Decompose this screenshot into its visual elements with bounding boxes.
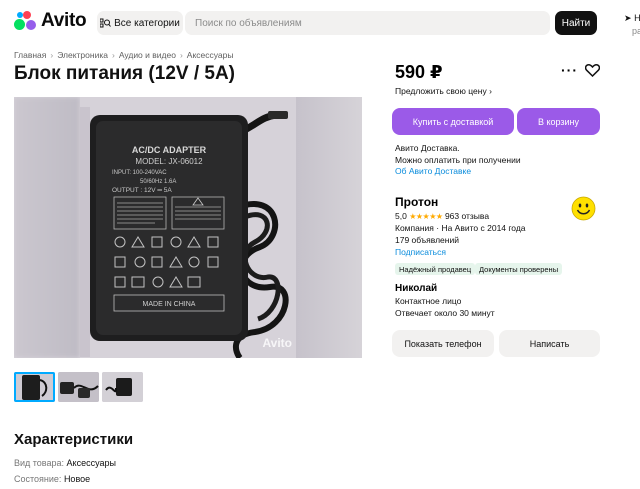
photo-watermark: Avito <box>262 336 292 350</box>
categories-icon <box>100 18 112 28</box>
seller-avatar[interactable] <box>571 196 596 221</box>
location-line2: ра <box>632 26 640 36</box>
location-arrow-icon: ➤ <box>624 13 632 23</box>
more-options-icon[interactable]: ··· <box>561 62 578 78</box>
breadcrumb-separator: › <box>111 50 115 60</box>
spec-key: Состояние: <box>14 474 62 484</box>
delivery-title: Авито Доставка. <box>395 143 460 153</box>
photo-thumbnails <box>14 372 143 402</box>
seller-rating: 5,0 <box>395 211 407 221</box>
search-placeholder: Поиск по объявлениям <box>195 17 302 29</box>
photo-sharp-area: AC/DC ADAPTER MODEL: JX-06012 INPUT: 100… <box>80 97 296 358</box>
offer-price-link[interactable]: Предложить свою цену › <box>395 86 492 96</box>
avito-logo[interactable]: Avito <box>14 10 87 32</box>
rating-stars-icon: ★★★★★ <box>409 212 443 221</box>
categories-label: Все категории <box>114 17 180 29</box>
breadcrumb-separator: › <box>50 50 54 60</box>
delivery-info-link[interactable]: Об Авито Доставке <box>395 166 471 176</box>
location-selector[interactable]: ➤ Н ра <box>624 12 640 38</box>
logo-dots-icon <box>14 10 38 32</box>
logo-text: Avito <box>41 10 87 31</box>
photo-blur-left <box>14 97 80 358</box>
breadcrumb: Главная › Электроника › Аудио и видео › … <box>14 50 233 60</box>
spec-value: Новое <box>63 474 91 484</box>
page-title: Блок питания (12V / 5A) <box>14 63 236 84</box>
adapter-label-title: AC/DC ADAPTER <box>132 145 207 155</box>
characteristics-title: Характеристики <box>14 431 134 448</box>
reply-time: Отвечает около 30 минут <box>395 308 495 318</box>
seller-reviews: 963 отзыва <box>444 211 490 221</box>
write-message-button[interactable]: Написать <box>499 330 600 357</box>
all-categories-button[interactable]: Все категории <box>97 11 183 35</box>
favorite-heart-icon[interactable] <box>585 64 600 77</box>
power-adapter-image: AC/DC ADAPTER MODEL: JX-06012 INPUT: 100… <box>80 97 296 358</box>
main-photo[interactable]: AC/DC ADAPTER MODEL: JX-06012 INPUT: 100… <box>14 97 362 358</box>
search-input[interactable]: Поиск по объявлениям <box>185 11 550 35</box>
thumbnail-2[interactable] <box>58 372 99 402</box>
thumbnail-3[interactable] <box>102 372 143 402</box>
delivery-payment-note: Можно оплатить при получении <box>395 155 521 165</box>
location-line1: Н <box>634 13 640 23</box>
photo-blur-right <box>296 97 362 358</box>
adapter-label-input: INPUT: 100-240VAC <box>112 170 167 176</box>
spec-row: Состояние: Новое <box>14 474 90 484</box>
seller-rating-row[interactable]: 5,0 ★★★★★ 963 отзыва <box>395 211 489 221</box>
buy-with-delivery-button[interactable]: Купить с доставкой <box>392 108 514 135</box>
seller-company-line: Компания · На Авито с 2014 года <box>395 223 526 233</box>
breadcrumb-separator: › <box>179 50 183 60</box>
contact-role: Контактное лицо <box>395 296 462 306</box>
breadcrumb-item[interactable]: Электроника <box>57 50 108 60</box>
adapter-label-output: OUTPUT : 12V ═ 5A <box>112 187 172 194</box>
adapter-label-made-in: MADE IN CHINA <box>143 301 196 308</box>
breadcrumb-item[interactable]: Аудио и видео <box>119 50 176 60</box>
documents-verified-badge: Документы проверены <box>475 263 563 275</box>
seller-name[interactable]: Протон <box>395 195 438 209</box>
breadcrumb-item[interactable]: Аксессуары <box>187 50 234 60</box>
show-phone-button[interactable]: Показать телефон <box>392 330 494 357</box>
thumbnail-1[interactable] <box>14 372 55 402</box>
spec-value: Аксессуары <box>66 458 116 468</box>
spec-key: Вид товара: <box>14 458 65 468</box>
contact-name: Николай <box>395 283 438 294</box>
adapter-label-model: MODEL: JX-06012 <box>135 157 203 166</box>
add-to-cart-button[interactable]: В корзину <box>517 108 600 135</box>
seller-ads-count[interactable]: 179 объявлений <box>395 235 459 245</box>
price: 590 ₽ <box>395 62 443 82</box>
search-button[interactable]: Найти <box>555 11 597 35</box>
spec-row: Вид товара: Аксессуары <box>14 458 116 468</box>
adapter-label-freq: 50/60Hz 1.6A <box>140 179 176 185</box>
reliable-seller-badge: Надёжный продавец <box>395 263 476 275</box>
breadcrumb-item[interactable]: Главная <box>14 50 46 60</box>
subscribe-link[interactable]: Подписаться <box>395 247 446 257</box>
